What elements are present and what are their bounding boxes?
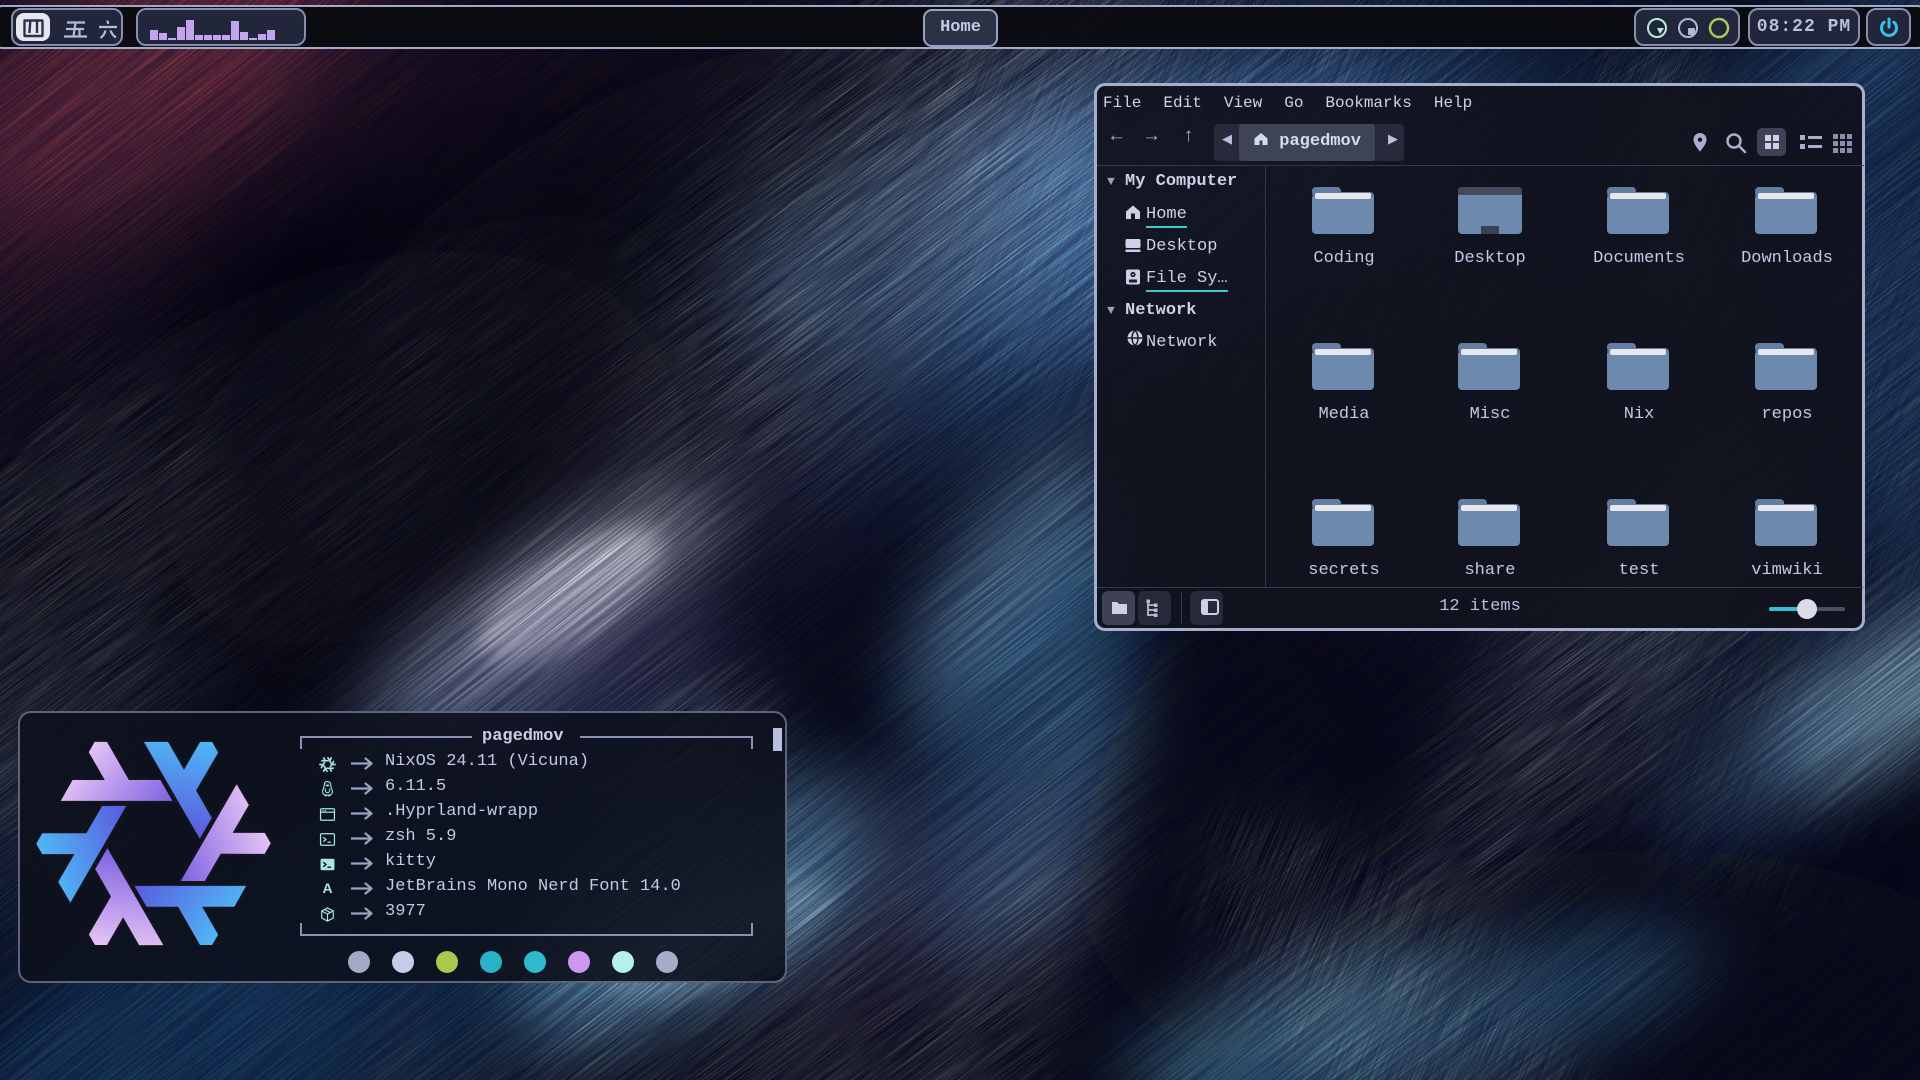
svg-text:A: A — [322, 880, 332, 896]
